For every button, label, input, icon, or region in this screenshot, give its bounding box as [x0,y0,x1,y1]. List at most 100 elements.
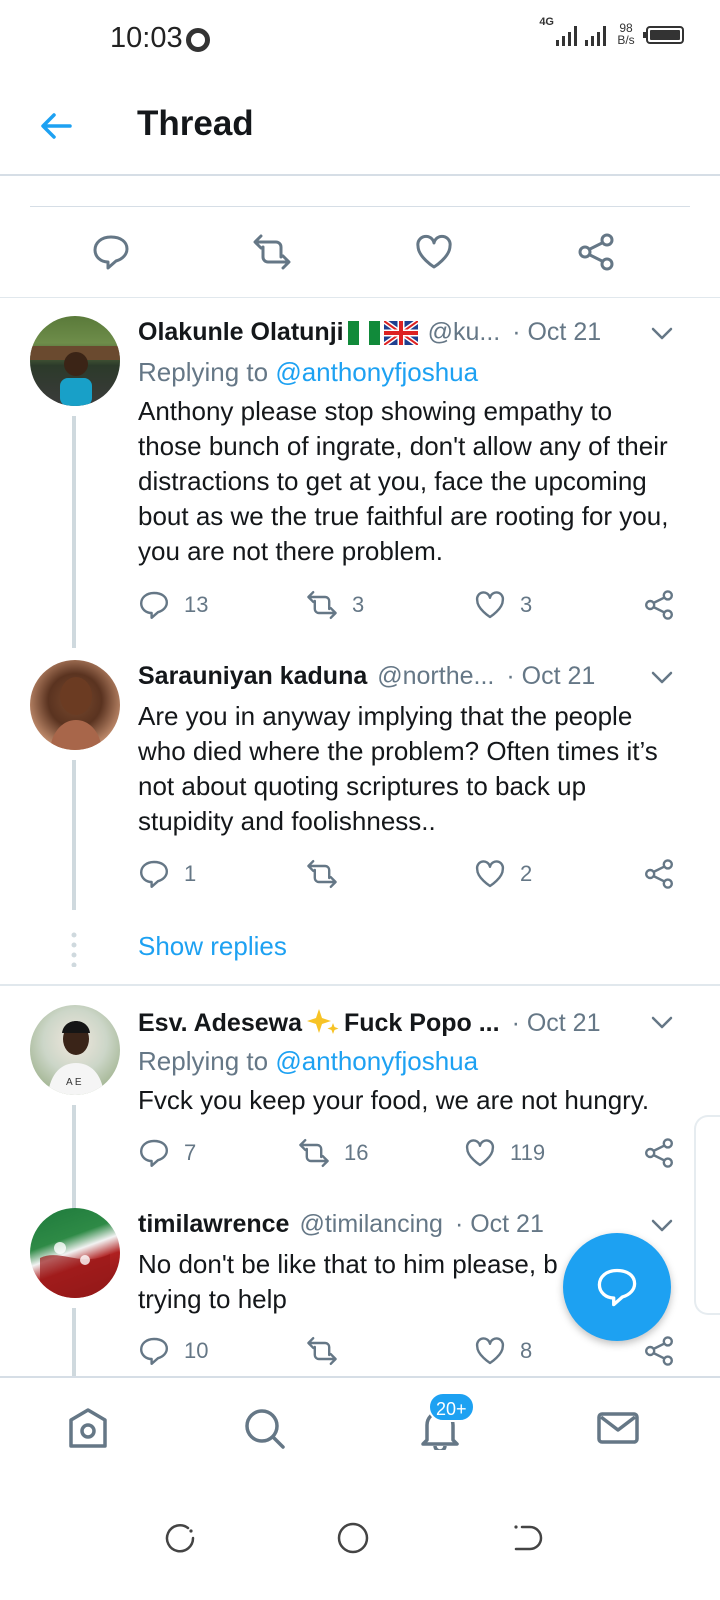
notifications-badge: 20+ [428,1392,475,1422]
like-icon [475,591,505,619]
tweet-date[interactable]: · Oct 21 [512,318,601,347]
tweet-date[interactable]: · Oct 21 [506,662,595,691]
scroll-handle[interactable] [694,1115,720,1315]
retweet-button[interactable] [306,1335,352,1367]
retweet-icon [307,591,337,619]
replying-to: Replying to @anthonyfjoshua [138,1046,479,1076]
reply-count: 7 [184,1140,197,1165]
main-tweet-actions [0,206,720,298]
like-count: 2 [520,861,533,886]
chevron-down-icon[interactable] [650,1011,674,1035]
sparkles-icon [306,1009,339,1034]
search-icon[interactable] [242,1406,286,1450]
reply-count: 13 [184,592,209,617]
tweet-date[interactable]: · Oct 21 [455,1210,544,1239]
chevron-down-icon[interactable] [650,666,674,690]
uk-flag-icon [383,320,418,345]
svg-text:A E: A E [66,1077,82,1088]
reply-icon [140,860,168,888]
share-button[interactable] [643,1137,675,1169]
like-count: 3 [520,592,533,617]
like-icon[interactable] [414,232,454,272]
reply-bubble-icon [597,1268,637,1307]
divider [0,984,720,986]
retweet-button[interactable] [306,858,352,890]
tweet-text: No don't be like that to him please, b t… [138,1249,558,1314]
tweet-author-name[interactable]: Esv. Adesewa [138,1009,302,1038]
avatar[interactable]: A E [30,1005,120,1095]
back-icon[interactable] [508,1520,544,1556]
share-icon [645,859,673,889]
nigeria-flag-icon [347,320,380,345]
share-button[interactable] [643,589,675,621]
tweet-actions: 1 2 [138,858,683,894]
reply-icon [140,1139,168,1167]
like-icon [465,1139,495,1167]
like-count: 119 [510,1140,546,1165]
tweet-handle[interactable]: @northe... [377,662,494,691]
more-replies-dots-icon [71,932,77,967]
reply-icon [140,1337,168,1365]
share-icon [645,590,673,620]
share-icon[interactable] [576,232,616,272]
like-button[interactable]: 3 [474,589,532,621]
reply-to-link[interactable]: @anthonyfjoshua [275,1046,478,1076]
reply-count: 1 [184,861,197,886]
status-bar: 10:03 4G 98 B/s [0,0,720,80]
home-circle-icon[interactable] [335,1520,371,1556]
tweet-handle[interactable]: @timilancing [299,1210,442,1239]
retweet-icon [307,1337,337,1365]
avatar[interactable] [30,660,120,750]
share-button[interactable] [643,858,675,890]
reply-count: 10 [184,1338,209,1363]
tweet-author-name[interactable]: timilawrence [138,1210,289,1239]
show-replies-link[interactable]: Show replies [138,931,287,962]
tweet-author-name-suffix[interactable]: Fuck Popo ... [344,1009,500,1038]
like-icon [475,860,505,888]
tweet-author-name[interactable]: Olakunle Olatunji [138,318,344,347]
reply-button[interactable]: 1 [138,858,196,890]
retweet-button[interactable]: 3 [306,589,364,621]
status-time: 10:03 [110,22,183,54]
status-ring-icon [186,28,210,52]
like-button[interactable]: 8 [474,1335,532,1367]
tweet-date[interactable]: · Oct 21 [512,1009,601,1038]
messages-envelope-icon[interactable] [596,1406,640,1450]
retweet-icon[interactable] [252,232,292,272]
reply-button[interactable]: 13 [138,589,208,621]
like-button[interactable]: 2 [474,858,532,890]
like-count: 8 [520,1338,533,1363]
reply-icon[interactable] [91,232,131,272]
battery-icon [643,26,684,44]
home-icon[interactable] [66,1406,110,1450]
reply-button[interactable]: 7 [138,1137,196,1169]
system-navigation-bar [0,1476,720,1600]
reply-button[interactable]: 10 [138,1335,208,1367]
like-button[interactable]: 119 [464,1137,545,1169]
retweet-count: 3 [352,592,365,617]
status-indicators: 4G 98 B/s [539,17,684,46]
share-icon [645,1336,673,1366]
avatar[interactable] [30,316,120,406]
retweet-button[interactable]: 16 [298,1137,368,1169]
recent-apps-icon[interactable] [162,1520,198,1556]
chevron-down-icon[interactable] [650,322,674,346]
share-icon [645,1138,673,1168]
bottom-navigation: 20+ [0,1376,720,1476]
tweet-text: Are you in anyway implying that the peop… [138,701,658,836]
signal-icon [556,24,577,46]
compose-reply-button[interactable] [563,1233,671,1341]
tweet-author-name[interactable]: Sarauniyan kaduna [138,662,367,691]
avatar[interactable] [30,1208,120,1298]
reply-to-link[interactable]: @anthonyfjoshua [275,357,478,387]
page-title: Thread [137,104,254,143]
chevron-down-icon[interactable] [650,1214,674,1238]
back-arrow-icon[interactable] [36,106,76,146]
tweet-handle[interactable]: @ku... [428,318,501,347]
tweet-actions: 7 16 119 [138,1137,683,1173]
tweet-actions: 13 3 3 [138,589,683,625]
share-button[interactable] [643,1335,675,1367]
like-icon [475,1337,505,1365]
tweet-text: Fvck you keep your food, we are not hung… [138,1085,650,1115]
network-type: 4G [539,16,554,28]
